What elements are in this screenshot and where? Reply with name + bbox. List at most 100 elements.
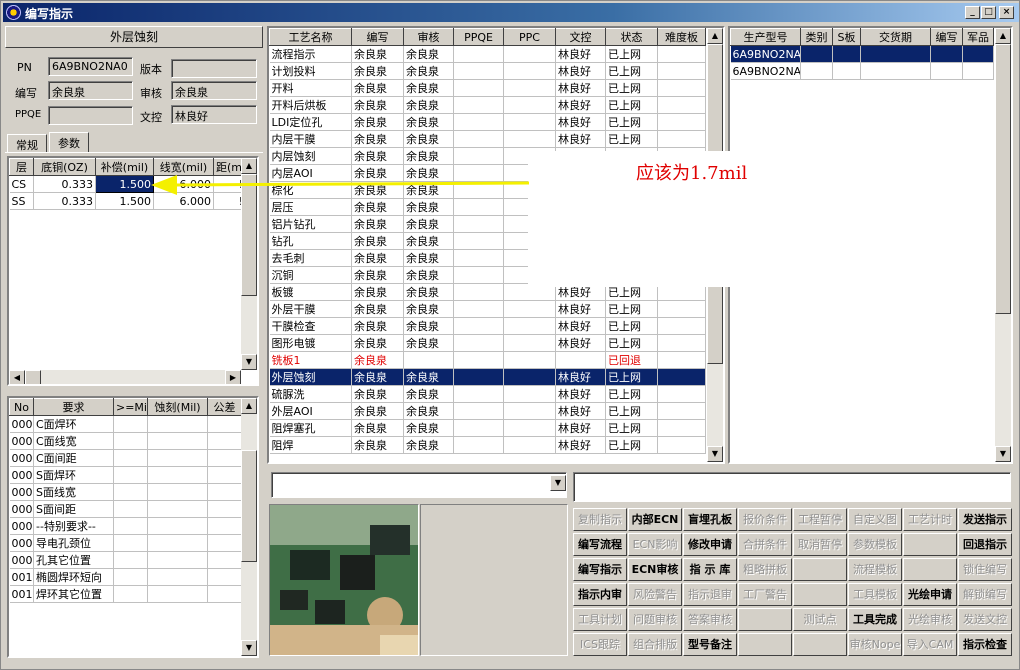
column-header[interactable]: 编写 [930, 28, 963, 46]
table-cell[interactable]: 余良泉 [403, 317, 454, 335]
table-cell[interactable] [207, 534, 242, 552]
table-cell[interactable]: 余良泉 [403, 198, 454, 216]
table-cell[interactable] [657, 385, 706, 403]
table-cell[interactable]: 余良泉 [403, 215, 454, 233]
column-header[interactable]: PPC [503, 28, 556, 46]
table-cell[interactable]: 林良好 [555, 317, 606, 335]
table-cell[interactable]: 余良泉 [351, 300, 404, 318]
table-row[interactable]: 000 --特别要求-- [9, 517, 242, 535]
scroll-down-icon[interactable]: ▼ [241, 354, 257, 370]
action-button[interactable]: 指示检查 [958, 633, 1012, 656]
table-cell[interactable]: 余良泉 [403, 368, 454, 386]
table-cell[interactable] [930, 62, 963, 80]
table-row[interactable]: 流程指示 余良泉 余良泉 林良好 已上网 [269, 45, 706, 63]
table-cell[interactable] [207, 466, 242, 484]
table-cell[interactable]: 已上网 [605, 368, 658, 386]
table-cell[interactable] [453, 45, 504, 63]
table-cell[interactable] [962, 62, 994, 80]
table-row[interactable]: 外层干膜 余良泉 余良泉 林良好 已上网 [269, 300, 706, 318]
table-cell[interactable] [503, 334, 556, 352]
table-cell[interactable]: 000 [9, 551, 34, 569]
table-cell[interactable] [113, 483, 148, 501]
column-header[interactable]: 文控 [555, 28, 606, 46]
table-cell[interactable]: 林良好 [555, 96, 606, 114]
table-cell[interactable]: 硫脲洗 [269, 385, 352, 403]
table-cell[interactable]: 余良泉 [403, 385, 454, 403]
table-cell[interactable]: 余良泉 [351, 385, 404, 403]
table-cell[interactable]: 余良泉 [403, 147, 454, 165]
table-cell[interactable] [860, 62, 931, 80]
table-cell[interactable] [147, 432, 208, 450]
scroll-thumb[interactable] [241, 450, 257, 562]
table-cell[interactable] [113, 517, 148, 535]
table-cell[interactable]: 余良泉 [403, 402, 454, 420]
table-cell[interactable] [832, 62, 861, 80]
table-cell[interactable] [860, 45, 931, 63]
table-cell[interactable]: 000 [9, 517, 34, 535]
table-cell[interactable]: 余良泉 [403, 96, 454, 114]
action-button[interactable] [793, 583, 847, 606]
action-button[interactable]: 报价条件 [738, 508, 792, 531]
table-cell[interactable] [503, 45, 556, 63]
table-cell[interactable]: 林良好 [555, 130, 606, 148]
table-cell[interactable]: 余良泉 [351, 419, 404, 437]
table-cell[interactable]: S面线宽 [33, 483, 114, 501]
table-cell[interactable] [113, 432, 148, 450]
table-cell[interactable] [147, 449, 208, 467]
ppqe-field[interactable] [48, 106, 133, 125]
table-cell[interactable] [207, 415, 242, 433]
table-cell[interactable]: 1.500 [95, 175, 154, 193]
table-cell[interactable] [503, 317, 556, 335]
table-cell[interactable] [453, 266, 504, 284]
table-cell[interactable]: 余良泉 [351, 402, 404, 420]
table-cell[interactable]: 内层蚀刻 [269, 147, 352, 165]
action-button[interactable]: 参数模板 [848, 533, 902, 556]
action-button[interactable]: 型号备注 [683, 633, 737, 656]
table-row[interactable]: 硫脲洗 余良泉 余良泉 林良好 已上网 [269, 385, 706, 403]
table-row[interactable]: 开料后烘板 余良泉 余良泉 林良好 已上网 [269, 96, 706, 114]
table-row[interactable]: 000 S面线宽 [9, 483, 242, 501]
action-button[interactable]: 组合排版 [628, 633, 682, 656]
table-cell[interactable]: 余良泉 [403, 436, 454, 454]
table-cell[interactable]: 已上网 [605, 419, 658, 437]
table-cell[interactable] [113, 449, 148, 467]
table-cell[interactable]: 孔其它位置 [33, 551, 114, 569]
table-cell[interactable]: S面焊环 [33, 466, 114, 484]
table-cell[interactable]: 0.333 [33, 175, 96, 193]
table-cell[interactable]: 沉铜 [269, 266, 352, 284]
table-cell[interactable]: 余良泉 [351, 62, 404, 80]
action-button[interactable]: 问题审核 [628, 608, 682, 631]
pn-field[interactable]: 6A9BNO2NA0 [48, 57, 133, 76]
table-cell[interactable] [147, 466, 208, 484]
table-cell[interactable]: 余良泉 [403, 79, 454, 97]
table-cell[interactable]: 林良好 [555, 45, 606, 63]
table-cell[interactable]: 流程指示 [269, 45, 352, 63]
table-cell[interactable]: 铝片钻孔 [269, 215, 352, 233]
action-button[interactable] [738, 633, 792, 656]
table-cell[interactable] [453, 62, 504, 80]
version-field[interactable] [171, 59, 257, 78]
table-cell[interactable]: 余良泉 [403, 334, 454, 352]
action-button[interactable]: 导入CAM [903, 633, 957, 656]
table-cell[interactable] [657, 419, 706, 437]
action-button[interactable]: 发送指示 [958, 508, 1012, 531]
action-button[interactable]: ECN影响 [628, 533, 682, 556]
action-button[interactable]: 答案审核 [683, 608, 737, 631]
table-cell[interactable] [207, 585, 242, 603]
action-button[interactable]: ICS跟踪 [573, 633, 627, 656]
table-cell[interactable] [113, 585, 148, 603]
table-cell[interactable]: 内层干膜 [269, 130, 352, 148]
table-cell[interactable]: LDI定位孔 [269, 113, 352, 131]
table-row[interactable]: 阻焊 余良泉 余良泉 林良好 已上网 [269, 436, 706, 454]
table-row[interactable]: 000 导电孔颈位 [9, 534, 242, 552]
table-cell[interactable]: 板镀 [269, 283, 352, 301]
action-button[interactable]: 编写指示 [573, 558, 627, 581]
table-cell[interactable]: 000 [9, 500, 34, 518]
column-header[interactable]: 工艺名称 [269, 28, 352, 46]
column-header[interactable]: 交货期 [860, 28, 931, 46]
table-cell[interactable]: 已上网 [605, 113, 658, 131]
table-cell[interactable] [555, 351, 606, 369]
table-cell[interactable]: 余良泉 [403, 113, 454, 131]
table-cell[interactable]: 导电孔颈位 [33, 534, 114, 552]
column-header[interactable]: 生产型号 [730, 28, 801, 46]
